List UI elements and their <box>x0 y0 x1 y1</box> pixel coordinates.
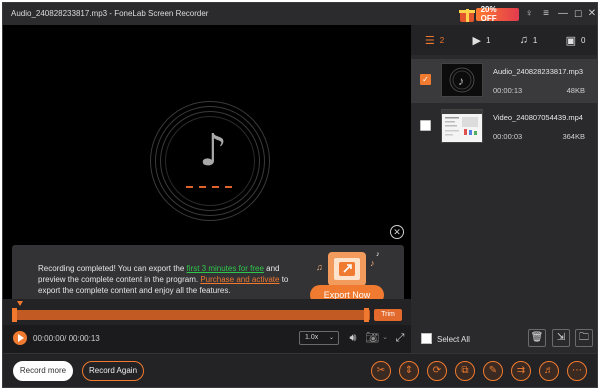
image-icon: ▣ <box>565 34 576 47</box>
file-size: 48KB <box>566 86 585 95</box>
split-icon[interactable]: ⇕ <box>399 361 419 381</box>
svg-text:♫: ♫ <box>316 262 323 272</box>
music-note-icon: ♪ <box>449 67 475 93</box>
app-window: Audio_240828233817.mp3 - FoneLab Screen … <box>2 2 598 388</box>
key-icon[interactable]: ♀ <box>522 7 536 21</box>
svg-text:♪: ♪ <box>370 258 375 268</box>
playhead-marker[interactable] <box>17 301 23 306</box>
select-all-checkbox[interactable] <box>421 333 432 344</box>
free-export-link[interactable]: first 3 minutes for free <box>187 264 264 273</box>
export-notice-text: Recording completed! You can export the … <box>38 264 289 295</box>
video-icon: ▶ <box>472 34 481 47</box>
bottom-toolbar: Record more Record Again ✂ ⇕ ⟳ ⧉ ✎ ⇉ ♬ ⋯ <box>3 353 597 387</box>
minimize-button[interactable]: — <box>556 7 570 21</box>
list-item[interactable]: Video_240807054439.mp4 00:00:03 364KB <box>411 105 597 149</box>
discount-badge: 20% OFF <box>475 5 519 23</box>
scissors-icon[interactable]: ✂ <box>371 361 391 381</box>
timeline-track[interactable] <box>12 310 370 320</box>
more-icon[interactable]: ⋯ <box>567 361 587 381</box>
tab-audio[interactable]: ♫ 1 <box>505 25 552 55</box>
music-note-icon: ♪ <box>199 125 228 176</box>
select-all-label: Select All <box>437 335 470 344</box>
tab-all[interactable]: ☰ 2 <box>411 25 458 55</box>
trim-start-handle[interactable] <box>12 308 17 322</box>
play-button[interactable] <box>13 331 27 345</box>
file-duration: 00:00:03 <box>493 132 523 141</box>
camera-options-icon[interactable]: ⌄ <box>378 331 392 345</box>
playback-controls: 00:00:00/ 00:00:13 1.0x ⌄ 🔊︎ 📷︎ ⌄ ⤢ <box>3 325 411 353</box>
file-size: 364KB <box>562 132 585 141</box>
close-button[interactable]: ✕ <box>585 7 597 21</box>
camera-icon[interactable]: 📷︎ <box>365 331 379 345</box>
window-title: Audio_240828233817.mp3 - FoneLab Screen … <box>11 9 209 18</box>
list-item[interactable]: ✓ ♪ Audio_240828233817.mp3 00:00:13 48KB <box>411 59 597 103</box>
trim-bar: Trim <box>3 299 411 325</box>
file-list-panel: ☰ 2 ▶ 1 ♫ 1 ▣ 0 ✓ ♪ Audio_240828233817.m… <box>411 25 597 353</box>
tab-video[interactable]: ▶ 1 <box>458 25 505 55</box>
record-again-button[interactable]: Record Again <box>82 361 144 381</box>
edit-icon[interactable]: ✎ <box>483 361 503 381</box>
svg-text:♪: ♪ <box>376 251 380 258</box>
convert-icon[interactable]: ⟳ <box>427 361 447 381</box>
trim-end-handle[interactable] <box>364 308 369 322</box>
gift-icon <box>459 6 475 22</box>
close-overlay-button[interactable]: ✕ <box>390 225 404 239</box>
delete-icon[interactable]: 🗑︎ <box>528 329 546 347</box>
tab-image[interactable]: ▣ 0 <box>552 25 597 55</box>
file-name: Video_240807054439.mp4 <box>493 113 583 122</box>
file-checkbox[interactable]: ✓ <box>420 74 431 85</box>
audio-level-indicator <box>186 186 232 188</box>
promo-banner[interactable]: 20% OFF <box>459 5 519 23</box>
music-icon: ♫ <box>519 34 528 46</box>
maximize-button[interactable]: ☐ <box>571 7 585 21</box>
filter-tabs: ☰ 2 ▶ 1 ♫ 1 ▣ 0 <box>411 25 597 55</box>
chevron-down-icon: ⌄ <box>328 335 334 341</box>
speed-select[interactable]: 1.0x ⌄ <box>299 331 339 345</box>
playback-time: 00:00:00/ 00:00:13 <box>33 334 100 343</box>
svg-text:♪: ♪ <box>458 74 464 88</box>
menu-icon[interactable]: ≡ <box>539 7 553 21</box>
title-bar: Audio_240828233817.mp3 - FoneLab Screen … <box>3 3 597 25</box>
list-footer: Select All 🗑︎ ⇲ 🗀 <box>411 321 597 353</box>
record-more-button[interactable]: Record more <box>13 361 73 381</box>
export-illustration-icon: ♫ ♪ ♪ <box>316 251 380 286</box>
merge-icon[interactable]: ⧉ <box>455 361 475 381</box>
media-preview: ♪ ✕ Recording completed! You can export … <box>3 25 411 311</box>
audio-thumbnail: ♪ <box>441 63 483 97</box>
export-file-icon[interactable]: ⇲ <box>552 329 570 347</box>
fullscreen-icon[interactable]: ⤢ <box>393 331 407 345</box>
video-thumbnail <box>441 109 483 143</box>
file-duration: 00:00:13 <box>493 86 523 95</box>
volume-icon[interactable]: 🔊︎ <box>346 331 360 345</box>
file-name: Audio_240828233817.mp3 <box>493 67 584 76</box>
file-checkbox[interactable] <box>420 120 431 131</box>
audio-edit-icon[interactable]: ♬ <box>539 361 559 381</box>
list-icon: ☰ <box>424 34 435 47</box>
trim-button[interactable]: Trim <box>374 309 402 321</box>
compress-icon[interactable]: ⇉ <box>511 361 531 381</box>
purchase-link[interactable]: Purchase and activate <box>200 275 279 284</box>
folder-icon[interactable]: 🗀 <box>575 329 593 347</box>
